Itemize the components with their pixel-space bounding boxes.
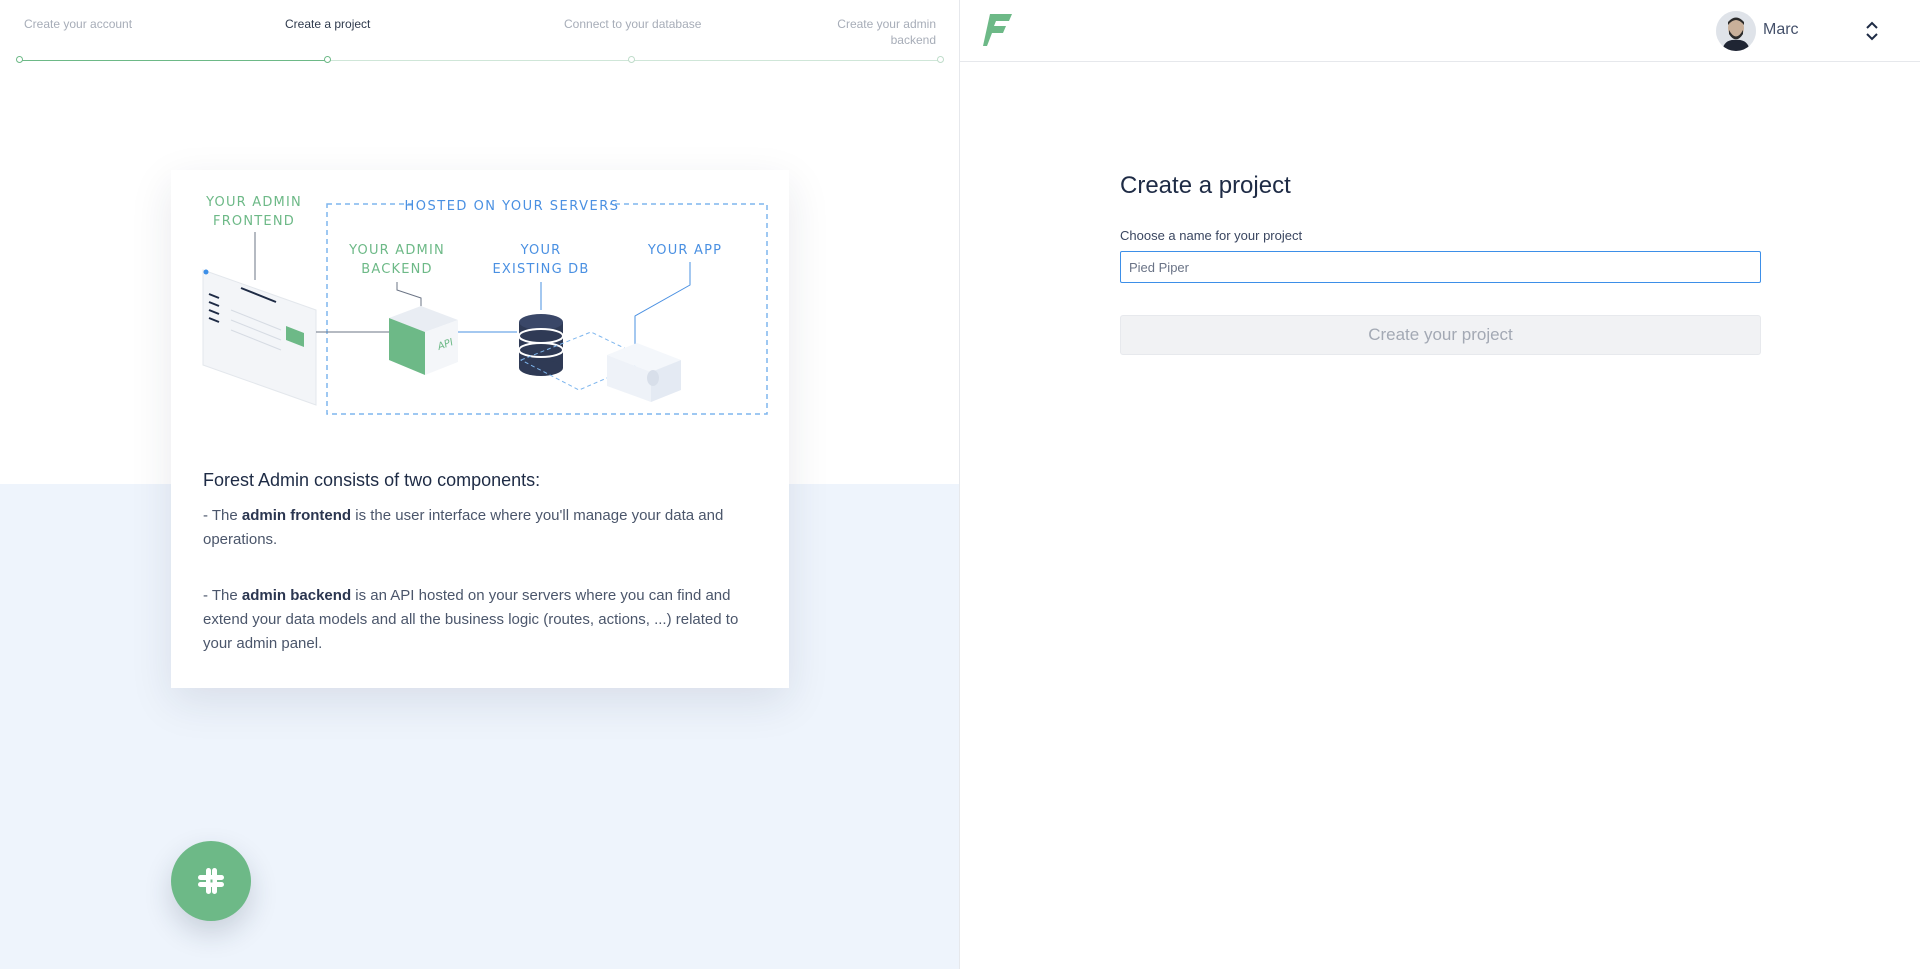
- info-backend-term: admin backend: [241, 587, 352, 604]
- hosted-boundary: [326, 203, 768, 415]
- avatar-image: [1716, 11, 1756, 51]
- hosted-label: HOSTED ON YOUR SERVERS: [405, 199, 620, 214]
- step-dot-3: [628, 56, 635, 63]
- backend-label-line1: YOUR ADMIN: [348, 243, 445, 258]
- step-dot-4: [937, 56, 944, 63]
- frontend-dot-icon: [203, 269, 209, 275]
- form-panel: Marc Create a project Choose a name for …: [960, 0, 1920, 969]
- step-create-backend: Create your admin backend: [837, 17, 936, 47]
- info-card: HOSTED ON YOUR SERVERS YOUR ADMIN FRONTE…: [171, 170, 789, 688]
- top-bar: Marc: [960, 0, 1920, 62]
- info-frontend-term: admin frontend: [241, 507, 352, 524]
- info-title: Forest Admin consists of two components:: [203, 470, 541, 490]
- user-name[interactable]: Marc: [1763, 21, 1799, 39]
- account-switch-chevron-icon[interactable]: [1864, 18, 1880, 44]
- app-label: YOUR APP: [647, 243, 722, 258]
- progress-stepper: Create your account Create a project Con…: [0, 0, 959, 70]
- slack-support-button[interactable]: [171, 841, 251, 921]
- project-name-input[interactable]: [1120, 251, 1761, 283]
- page-title: Create a project: [1120, 172, 1291, 199]
- info-frontend-desc: - The admin frontend is the user interfa…: [203, 507, 724, 548]
- step-connect-database: Connect to your database: [564, 17, 702, 31]
- architecture-illustration: HOSTED ON YOUR SERVERS YOUR ADMIN FRONTE…: [202, 195, 768, 415]
- app-connector: [634, 262, 691, 350]
- project-name-label: Choose a name for your project: [1120, 228, 1303, 243]
- db-label-line2: EXISTING DB: [492, 262, 589, 277]
- step-create-account: Create your account: [24, 17, 133, 31]
- create-project-button[interactable]: Create your project: [1120, 315, 1761, 355]
- database-icon: [518, 314, 564, 376]
- step-dot-1: [16, 56, 23, 63]
- db-label-line1: YOUR: [520, 243, 562, 258]
- user-avatar[interactable]: [1716, 11, 1756, 51]
- step-create-project: Create a project: [285, 17, 371, 31]
- forest-logo-icon: [983, 14, 1012, 46]
- info-backend-desc: - The admin backend is an API hosted on …: [203, 587, 739, 652]
- frontend-label-line1: YOUR ADMIN: [205, 195, 302, 210]
- step-line-done: [19, 60, 328, 61]
- slack-icon: [198, 868, 224, 894]
- step-dot-2: [324, 56, 331, 63]
- frontend-label-line2: FRONTEND: [213, 214, 295, 229]
- backend-label-line2: BACKEND: [361, 262, 433, 277]
- onboarding-panel: Create your account Create a project Con…: [0, 0, 959, 969]
- create-project-form: Create a project Choose a name for your …: [1120, 172, 1761, 355]
